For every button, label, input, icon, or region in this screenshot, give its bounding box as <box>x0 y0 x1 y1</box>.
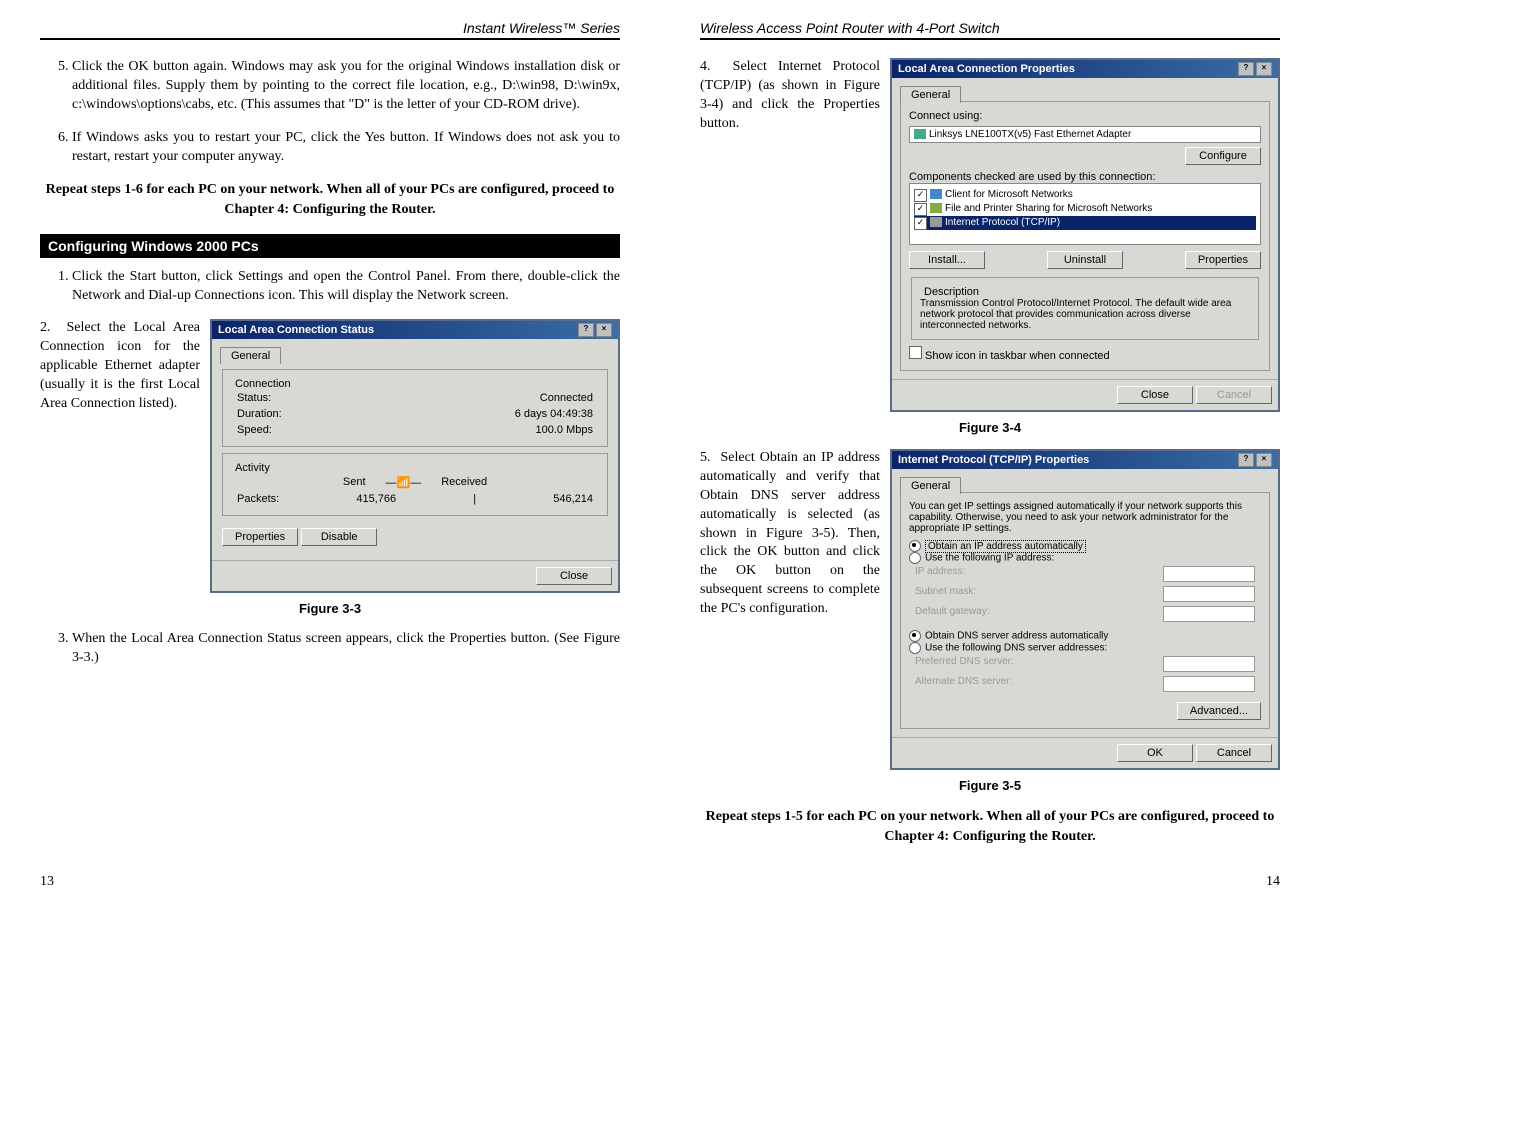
install-button[interactable]: Install... <box>909 251 985 269</box>
page-number-right: 14 <box>1266 874 1280 890</box>
w2k-step-2: 2. Select the Local Area Connection icon… <box>40 319 200 413</box>
alt-dns-input <box>1163 676 1255 692</box>
help-icon[interactable]: ? <box>578 323 594 337</box>
dialog-lac-props: Local Area Connection Properties ?× Gene… <box>890 58 1280 412</box>
nic-icon <box>914 129 926 139</box>
radio-auto-ip[interactable] <box>909 540 921 552</box>
tab-general[interactable]: General <box>900 86 961 103</box>
w2k-step-1: Click the Start button, click Settings a… <box>72 268 620 306</box>
header-right: Wireless Access Point Router with 4-Port… <box>700 20 1280 40</box>
properties-button[interactable]: Properties <box>222 528 298 546</box>
subnet-input <box>1163 586 1255 602</box>
caption-34: Figure 3-4 <box>700 420 1280 435</box>
uninstall-button[interactable]: Uninstall <box>1047 251 1123 269</box>
caption-35: Figure 3-5 <box>700 778 1280 793</box>
ok-button[interactable]: OK <box>1117 744 1193 762</box>
list-win2k: Click the Start button, click Settings a… <box>40 268 620 306</box>
help-icon[interactable]: ? <box>1238 453 1254 467</box>
dialog-tcpip: Internet Protocol (TCP/IP) Properties ?×… <box>890 449 1280 770</box>
activity-icon: —📶— <box>386 476 422 489</box>
tab-general[interactable]: General <box>900 477 961 494</box>
gateway-input <box>1163 606 1255 622</box>
configure-button[interactable]: Configure <box>1185 147 1261 165</box>
caption-33: Figure 3-3 <box>40 601 620 616</box>
dialog-lac-status: Local Area Connection Status ?× General … <box>210 319 620 593</box>
repeat-note-right: Repeat steps 1-5 for each PC on your net… <box>700 807 1280 846</box>
repeat-note-left: Repeat steps 1-6 for each PC on your net… <box>40 180 620 219</box>
right-page: Wireless Access Point Router with 4-Port… <box>700 20 1280 860</box>
help-icon[interactable]: ? <box>1238 62 1254 76</box>
cancel-button[interactable]: Cancel <box>1196 744 1272 762</box>
ip-input <box>1163 566 1255 582</box>
components-list[interactable]: ✓Client for Microsoft Networks ✓File and… <box>909 183 1261 245</box>
section-header: Configuring Windows 2000 PCs <box>40 234 620 258</box>
list-win98-cont: Click the OK button again. Windows may a… <box>40 58 620 166</box>
radio-manual-ip[interactable] <box>909 552 921 564</box>
fig33-row: 2. Select the Local Area Connection icon… <box>40 319 620 593</box>
disable-button[interactable]: Disable <box>301 528 377 546</box>
tab-general[interactable]: General <box>220 347 281 364</box>
w2k-step-4: 4. Select Internet Protocol (TCP/IP) (as… <box>700 58 880 134</box>
step-6: If Windows asks you to restart your PC, … <box>72 129 620 167</box>
list-w2k-3: When the Local Area Connection Status sc… <box>40 630 620 668</box>
step-5: Click the OK button again. Windows may a… <box>72 58 620 115</box>
pref-dns-input <box>1163 656 1255 672</box>
w2k-step-5: 5. Select Obtain an IP address automatic… <box>700 449 880 619</box>
radio-manual-dns[interactable] <box>909 642 921 654</box>
left-page: Instant Wireless™ Series Click the OK bu… <box>40 20 620 860</box>
dlg-title: Local Area Connection Status ?× <box>212 321 618 339</box>
radio-auto-dns[interactable] <box>909 630 921 642</box>
close-icon[interactable]: × <box>596 323 612 337</box>
page-number-left: 13 <box>40 874 54 890</box>
advanced-button[interactable]: Advanced... <box>1177 702 1261 720</box>
header-left: Instant Wireless™ Series <box>40 20 620 40</box>
fig34-row: 4. Select Internet Protocol (TCP/IP) (as… <box>700 58 1280 412</box>
close-button[interactable]: Close <box>536 567 612 585</box>
close-button[interactable]: Close <box>1117 386 1193 404</box>
fig35-row: 5. Select Obtain an IP address automatic… <box>700 449 1280 770</box>
cancel-button: Cancel <box>1196 386 1272 404</box>
properties-button[interactable]: Properties <box>1185 251 1261 269</box>
close-icon[interactable]: × <box>1256 62 1272 76</box>
show-icon-checkbox[interactable] <box>909 346 922 359</box>
w2k-step-3: When the Local Area Connection Status sc… <box>72 630 620 668</box>
close-icon[interactable]: × <box>1256 453 1272 467</box>
